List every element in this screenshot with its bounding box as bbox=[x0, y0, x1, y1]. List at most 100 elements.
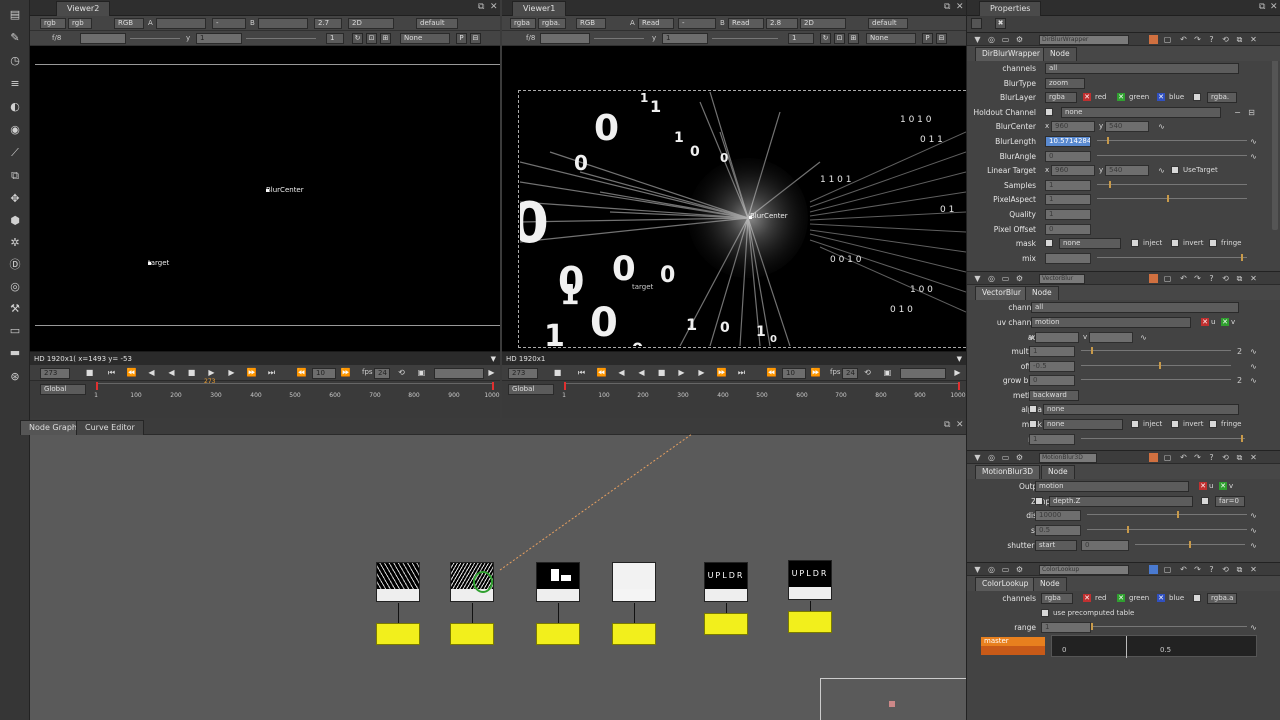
increment-field[interactable]: 10 bbox=[782, 368, 806, 379]
lineartarget-y-field[interactable]: 540 bbox=[1105, 165, 1149, 177]
curve-icon[interactable]: ∿ bbox=[1249, 376, 1258, 385]
processing-node[interactable] bbox=[376, 623, 420, 645]
processing-node[interactable] bbox=[612, 623, 656, 645]
invert-checkbox[interactable] bbox=[1171, 239, 1179, 248]
float-icon[interactable]: ⧉ bbox=[944, 2, 950, 12]
b-input-select[interactable] bbox=[258, 18, 308, 29]
usetarget-checkbox[interactable] bbox=[1171, 166, 1179, 175]
current-frame-marker[interactable]: 273 bbox=[204, 378, 215, 385]
invert-checkbox[interactable] bbox=[1171, 420, 1179, 429]
multiply-slider[interactable] bbox=[1081, 347, 1231, 355]
collapse-icon[interactable]: ▼ bbox=[973, 274, 982, 283]
v-checkbox[interactable]: ✕ bbox=[1221, 317, 1229, 326]
gl-icon[interactable]: ▢ bbox=[1163, 274, 1172, 283]
tab-properties[interactable]: Properties bbox=[979, 1, 1042, 16]
help-icon[interactable]: ? bbox=[1207, 453, 1216, 462]
channels-select[interactable]: all bbox=[1031, 302, 1239, 314]
close-icon[interactable]: ✕ bbox=[490, 2, 498, 12]
shutteroffset-select[interactable]: start bbox=[1035, 539, 1077, 551]
view-mode-select[interactable]: 2D bbox=[348, 18, 394, 29]
step-back-icon[interactable]: ⏪ bbox=[296, 368, 307, 378]
settings-icon[interactable]: ◎ bbox=[987, 274, 996, 283]
processing-node[interactable] bbox=[704, 613, 748, 635]
range-select[interactable]: Global bbox=[40, 384, 86, 395]
gamma-field[interactable]: 1 bbox=[196, 33, 242, 44]
read-node-thumbnail[interactable] bbox=[536, 562, 580, 602]
curve-icon[interactable]: ∿ bbox=[1249, 511, 1258, 520]
alpha-select[interactable]: rgba.a bbox=[1207, 593, 1237, 605]
alpha-checkbox[interactable] bbox=[1029, 405, 1037, 414]
range-field[interactable]: 1 bbox=[1041, 622, 1091, 634]
script-icon[interactable]: ⊛ bbox=[8, 370, 22, 384]
next-frame-icon[interactable]: ▶ bbox=[696, 368, 707, 378]
read-node-thumbnail[interactable]: UPLDR bbox=[704, 562, 748, 602]
prev-key-icon[interactable]: ⏪ bbox=[126, 368, 137, 378]
node-name-field[interactable]: ColorLookup bbox=[1039, 565, 1129, 576]
multiply-field[interactable]: 1 bbox=[1029, 346, 1075, 358]
lock-range-icon[interactable]: ■ bbox=[84, 368, 95, 378]
read-node-thumbnail[interactable]: UPLDR bbox=[788, 560, 832, 600]
range-field[interactable] bbox=[900, 368, 946, 379]
offset-field[interactable]: -0.5 bbox=[1029, 360, 1075, 372]
views-icon[interactable]: ◎ bbox=[8, 280, 22, 294]
float-icon[interactable]: ⧉ bbox=[478, 2, 484, 12]
close-icon[interactable]: ✕ bbox=[1270, 2, 1278, 12]
undo-icon[interactable]: ↶ bbox=[1179, 565, 1188, 574]
read-node-thumbnail[interactable] bbox=[450, 562, 494, 602]
step-back-icon[interactable]: ⏪ bbox=[766, 368, 777, 378]
lut-select[interactable]: default bbox=[868, 18, 908, 29]
play-icon[interactable]: ▶ bbox=[206, 368, 217, 378]
color-swatch-icon[interactable] bbox=[1149, 35, 1158, 44]
gain-select[interactable]: 2.7 bbox=[314, 18, 342, 29]
minus-icon[interactable]: − bbox=[1233, 108, 1242, 117]
increment-field[interactable]: 10 bbox=[312, 368, 336, 379]
gl-icon[interactable]: ▢ bbox=[1163, 35, 1172, 44]
bounce-icon[interactable]: ▣ bbox=[882, 368, 893, 378]
blue-checkbox[interactable]: ✕ bbox=[1157, 594, 1165, 603]
alpha-select[interactable]: none bbox=[1043, 404, 1239, 416]
collapse-icon[interactable]: ▼ bbox=[973, 35, 982, 44]
frame-select[interactable]: 1 bbox=[788, 33, 814, 44]
step-forward-icon[interactable]: ⏩ bbox=[340, 368, 351, 378]
play-icon[interactable]: ▶ bbox=[676, 368, 687, 378]
curve-icon[interactable]: ∿ bbox=[1157, 122, 1166, 131]
roi-select[interactable]: None bbox=[866, 33, 916, 44]
particles-icon[interactable]: ✲ bbox=[8, 236, 22, 250]
alpha-select[interactable]: rgba. bbox=[1207, 92, 1237, 104]
close-icon[interactable]: ✕ bbox=[1249, 35, 1258, 44]
colorlookup-header[interactable]: ▼ ◎ ▭ ⚙ ColorLookup ▢ ↶ ↷ ? ⟲ ⧉ ✕ bbox=[967, 562, 1280, 577]
viewer1-canvas[interactable]: 0 0 0 1 1 0 0 0 1 1 0 0 1 0 0 1 0 1 0 bbox=[502, 46, 966, 351]
node-icon[interactable]: ▭ bbox=[1001, 453, 1010, 462]
first-frame-icon[interactable]: ⏮ bbox=[576, 368, 587, 378]
mix-field[interactable] bbox=[1045, 252, 1091, 264]
green-checkbox[interactable]: ✕ bbox=[1117, 93, 1125, 102]
redo-icon[interactable]: ↷ bbox=[1193, 565, 1202, 574]
tab-node[interactable]: Node bbox=[1033, 577, 1067, 592]
channel-icon[interactable]: ≡ bbox=[8, 77, 22, 91]
num-icon[interactable]: 2 bbox=[1235, 376, 1244, 385]
in-point-marker[interactable] bbox=[96, 382, 98, 390]
revert-icon[interactable]: ⟲ bbox=[1221, 35, 1230, 44]
zinput-checkbox[interactable] bbox=[1035, 496, 1043, 505]
channel-select[interactable]: rgb bbox=[40, 18, 66, 29]
blue-checkbox[interactable]: ✕ bbox=[1157, 93, 1165, 102]
close-icon[interactable]: ✕ bbox=[956, 2, 964, 12]
growbbox-slider[interactable] bbox=[1081, 379, 1231, 381]
range-slider[interactable] bbox=[1091, 623, 1247, 631]
redo-icon[interactable]: ↷ bbox=[1193, 453, 1202, 462]
colorspace-select[interactable]: RGB bbox=[114, 18, 144, 29]
red-checkbox[interactable]: ✕ bbox=[1083, 594, 1091, 603]
shutter-slider[interactable] bbox=[1087, 526, 1247, 534]
processing-node[interactable] bbox=[450, 623, 494, 645]
growbbox-field[interactable]: 0 bbox=[1029, 375, 1075, 387]
curve-icon[interactable]: ∿ bbox=[1139, 333, 1148, 342]
a-input-select[interactable] bbox=[156, 18, 206, 29]
channel-select-2[interactable]: rgba. bbox=[538, 18, 566, 29]
timeline[interactable]: Global 1 100 200 300 400 500 600 700 800… bbox=[30, 378, 500, 399]
curve-icon[interactable]: ∿ bbox=[1249, 526, 1258, 535]
node-name-field[interactable]: DirBlurWrapper bbox=[1039, 35, 1129, 45]
a-input-select[interactable]: Read bbox=[638, 18, 674, 29]
prev-frame-icon[interactable]: ◀ bbox=[146, 368, 157, 378]
deep-icon[interactable]: Ⓓ bbox=[8, 258, 22, 272]
blurangle-slider[interactable] bbox=[1097, 154, 1247, 156]
